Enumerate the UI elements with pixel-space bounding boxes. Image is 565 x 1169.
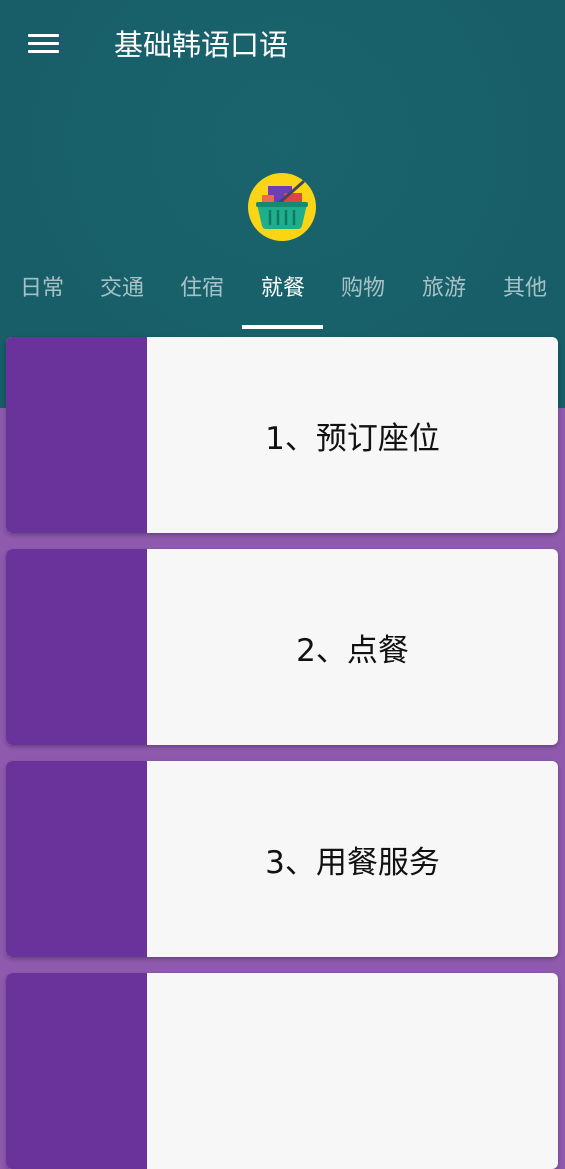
tab-transport[interactable]: 交通: [82, 264, 162, 316]
tab-travel[interactable]: 旅游: [404, 264, 484, 316]
card-stripe: [6, 973, 147, 1169]
lesson-card-1[interactable]: 1、预订座位: [6, 337, 558, 533]
lesson-title: 2、点餐: [296, 632, 409, 669]
lesson-title: 3、用餐服务: [265, 844, 440, 881]
tab-shopping[interactable]: 购物: [323, 264, 403, 316]
tab-dining[interactable]: 就餐: [243, 264, 323, 316]
shopping-basket-graphic: [256, 180, 308, 229]
menu-bar-bottom: [28, 50, 59, 53]
lesson-title: [147, 973, 558, 1169]
tab-other[interactable]: 其他: [485, 264, 565, 316]
app-title: 基础韩语口语: [114, 28, 289, 62]
menu-bar-middle: [28, 42, 59, 45]
shopping-basket-icon: [248, 173, 316, 241]
menu-bar-top: [28, 34, 59, 37]
lesson-card-3[interactable]: 3、用餐服务: [6, 761, 558, 957]
card-stripe: [6, 549, 147, 745]
hamburger-menu-icon[interactable]: [20, 24, 68, 64]
category-tab-bar: 日常 交通 住宿 就餐 购物 旅游 其他: [0, 264, 565, 330]
selected-tab-indicator: [242, 325, 323, 329]
tab-accommodation[interactable]: 住宿: [162, 264, 242, 316]
lesson-card-2[interactable]: 2、点餐: [6, 549, 558, 745]
tab-daily[interactable]: 日常: [2, 264, 82, 316]
lesson-card-4[interactable]: [6, 973, 558, 1169]
card-stripe: [6, 337, 147, 533]
lesson-title: 1、预订座位: [265, 420, 440, 457]
card-stripe: [6, 761, 147, 957]
